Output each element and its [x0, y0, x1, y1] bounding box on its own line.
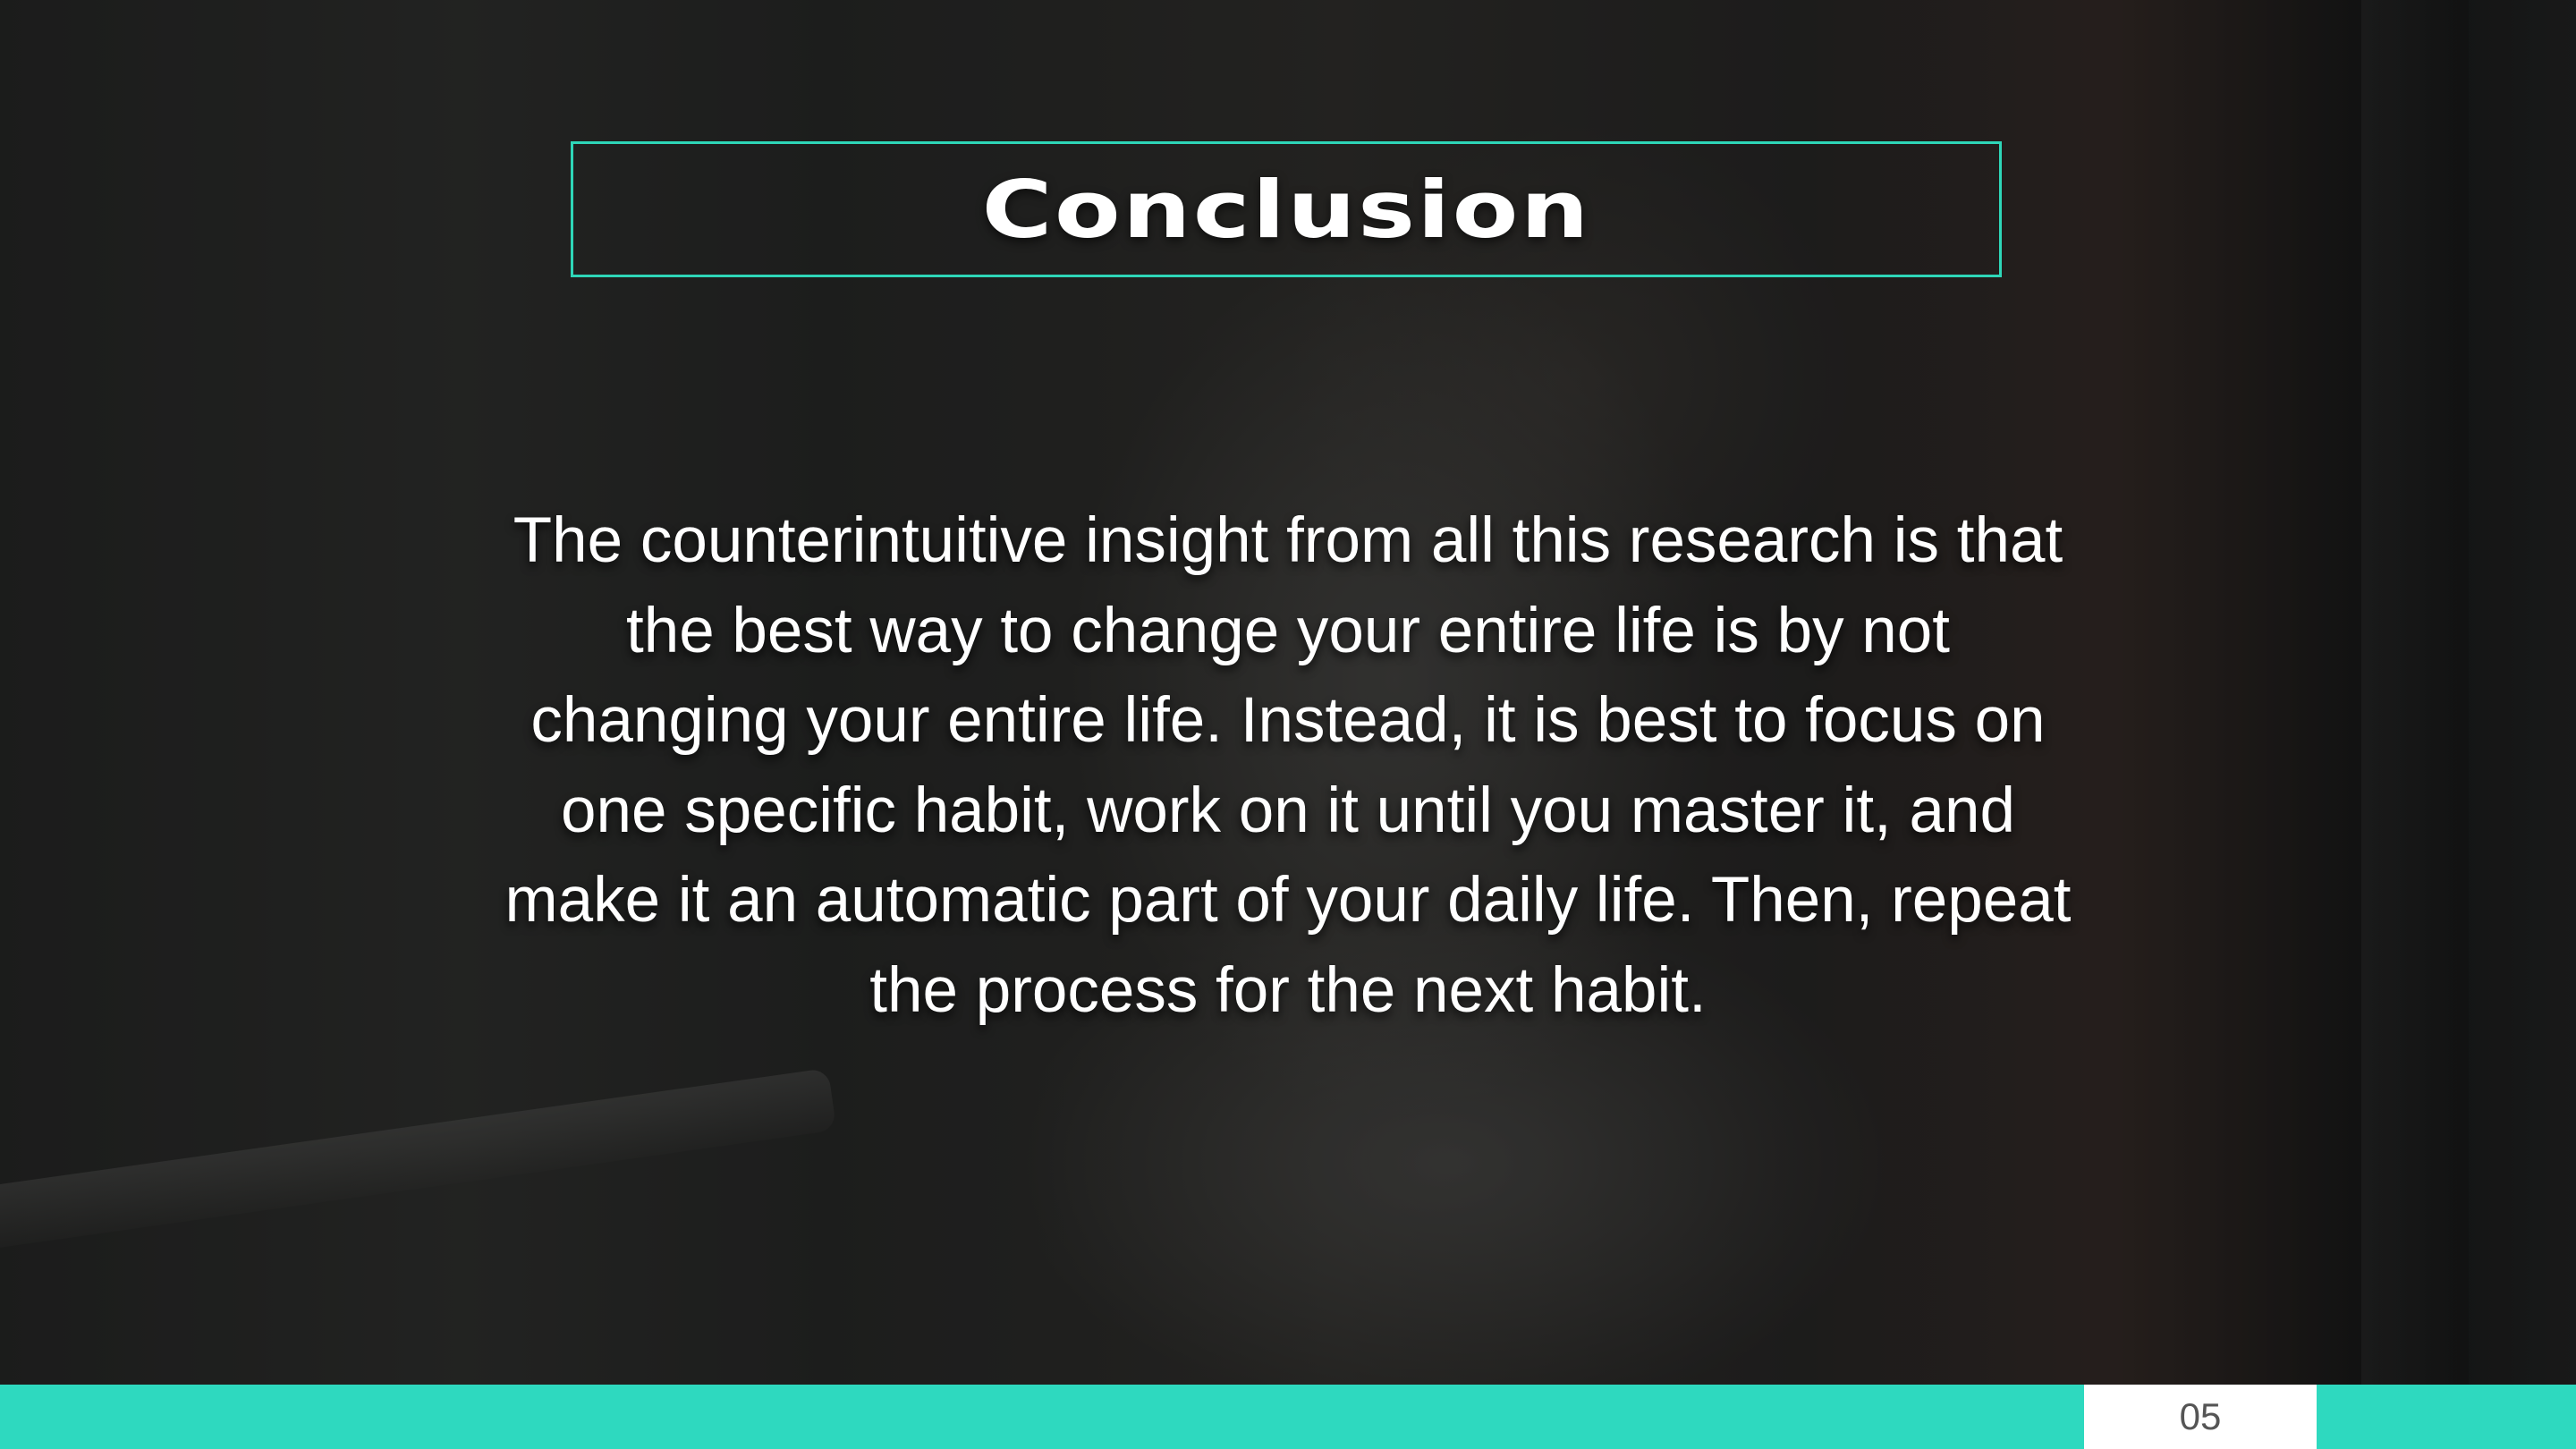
page-number: 05 [2179, 1395, 2222, 1437]
page-number-box: 05 [2084, 1385, 2317, 1449]
title-frame: Conclusion [571, 141, 2002, 277]
slide-body-text: The counterintuitive insight from all th… [504, 505, 2072, 1026]
slide: Conclusion The counterintuitive insight … [0, 0, 2576, 1449]
slide-title: Conclusion [981, 163, 1591, 256]
